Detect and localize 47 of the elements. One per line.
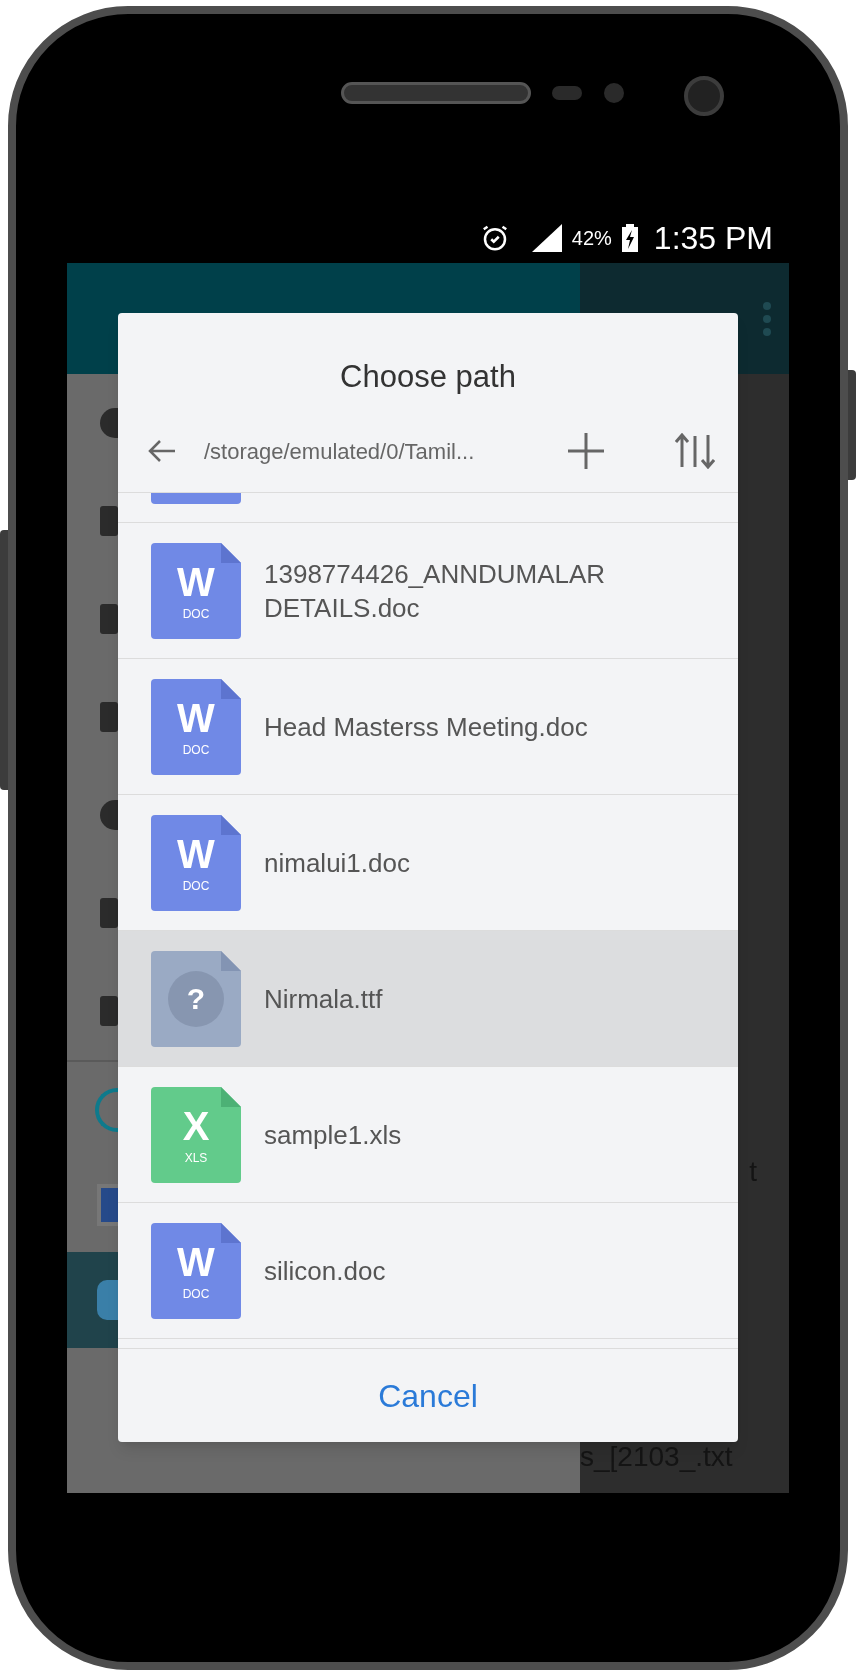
file-name: sample1.xls	[264, 1118, 403, 1152]
file-type-label: DOC	[182, 1287, 210, 1300]
drawer-item-icon	[97, 1183, 118, 1226]
more-vert-icon	[763, 301, 771, 336]
file-type-letter: W	[177, 1241, 215, 1282]
file-row[interactable]: W DOC 1398774426_ANNDUMALAR DETAILS.doc	[118, 523, 738, 659]
file-row[interactable]: W DOC nimalui1.doc	[118, 795, 738, 931]
file-name: nimalui1.doc	[264, 846, 411, 880]
drawer-item-icon	[100, 898, 118, 928]
drawer-item-icon	[100, 506, 118, 536]
battery-charging-icon	[621, 224, 638, 252]
battery-percent: 42%	[571, 226, 612, 251]
file-type-letter: W	[177, 697, 215, 738]
dialog-title: Choose path	[340, 357, 516, 396]
file-row[interactable]: W DOC Head Masterss Meeting.doc	[118, 659, 738, 795]
file-row[interactable]: X XLS sample1.xls	[118, 1067, 738, 1203]
drawer-item-icon	[100, 800, 118, 830]
spreadsheet-file-icon	[151, 1086, 241, 1183]
file-name: Nirmala.ttf	[264, 982, 384, 1016]
file-name: 1398774426_ANNDUMALAR DETAILS.doc	[264, 557, 607, 625]
file-row[interactable]: W DOC silicon.doc	[118, 1203, 738, 1339]
file-type-letter: W	[177, 561, 215, 602]
drawer-item-icon	[100, 702, 118, 732]
drawer-item-icon	[100, 604, 118, 634]
drawer-item-icon	[97, 1280, 118, 1320]
file-type-label: DOC	[182, 743, 210, 756]
file-type-letter: X	[182, 1105, 210, 1146]
file-row[interactable]: ? Nirmala.ttf	[118, 931, 738, 1067]
file-name: silicon.doc	[264, 1254, 387, 1288]
sort-button[interactable]	[674, 430, 716, 472]
file-type-label: DOC	[182, 879, 210, 892]
document-file-icon	[151, 814, 241, 911]
drawer-item-icon	[100, 408, 118, 438]
drawer-item-icon	[100, 996, 118, 1026]
document-file-icon	[151, 542, 241, 639]
drawer-item-icon	[95, 1087, 118, 1132]
file-type-letter: W	[177, 833, 215, 874]
file-type-label: DOC	[182, 607, 210, 620]
document-file-icon	[151, 1222, 241, 1319]
document-file-icon	[151, 678, 241, 775]
signal-icon	[531, 224, 562, 252]
camera-lens	[684, 76, 724, 116]
file-name: Head Masterss Meeting.doc	[264, 710, 589, 744]
file-type-label: XLS	[184, 1151, 208, 1164]
clock-time: 1:35 PM	[653, 219, 773, 258]
current-path: /storage/emulated/0/Tamil...	[204, 437, 476, 466]
cancel-button[interactable]: Cancel	[362, 1365, 494, 1426]
